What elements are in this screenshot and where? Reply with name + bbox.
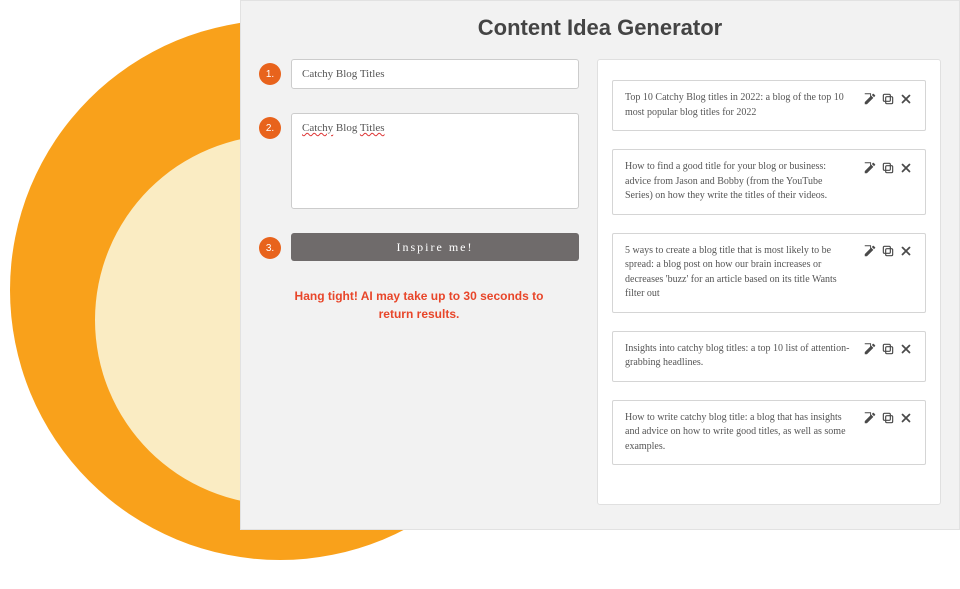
result-text: Insights into catchy blog titles: a top … <box>625 342 854 371</box>
edit-icon[interactable] <box>862 244 877 259</box>
result-card: How to find a good title for your blog o… <box>612 149 926 215</box>
input-column: 1. 2. Catchy Blog Titles 3. Inspire me! … <box>259 59 579 505</box>
title-input[interactable] <box>291 59 579 89</box>
desc-word-2: Blog <box>336 122 357 134</box>
result-actions <box>862 411 913 455</box>
desc-word-3: Titles <box>360 122 385 134</box>
page-title: Content Idea Generator <box>259 15 941 41</box>
result-text: Top 10 Catchy Blog titles in 2022: a blo… <box>625 91 854 120</box>
result-card: Top 10 Catchy Blog titles in 2022: a blo… <box>612 80 926 131</box>
result-card: How to write catchy blog title: a blog t… <box>612 400 926 466</box>
result-text: 5 ways to create a blog title that is mo… <box>625 244 854 302</box>
result-actions <box>862 244 913 302</box>
result-card: 5 ways to create a blog title that is mo… <box>612 233 926 313</box>
inspire-button[interactable]: Inspire me! <box>291 233 579 261</box>
result-text: How to write catchy blog title: a blog t… <box>625 411 854 455</box>
close-icon[interactable] <box>898 91 913 106</box>
close-icon[interactable] <box>898 342 913 357</box>
row-title: 1. <box>259 59 579 89</box>
description-textarea[interactable]: Catchy Blog Titles <box>291 113 579 209</box>
copy-icon[interactable] <box>880 91 895 106</box>
result-actions <box>862 342 913 371</box>
close-icon[interactable] <box>898 411 913 426</box>
edit-icon[interactable] <box>862 91 877 106</box>
results-column: Top 10 Catchy Blog titles in 2022: a blo… <box>597 59 941 505</box>
copy-icon[interactable] <box>880 244 895 259</box>
desc-word-1: Catchy <box>302 122 333 134</box>
result-actions <box>862 91 913 120</box>
copy-icon[interactable] <box>880 160 895 175</box>
result-card: Insights into catchy blog titles: a top … <box>612 331 926 382</box>
edit-icon[interactable] <box>862 160 877 175</box>
row-submit: 3. Inspire me! <box>259 233 579 261</box>
row-description: 2. Catchy Blog Titles <box>259 113 579 209</box>
edit-icon[interactable] <box>862 342 877 357</box>
result-text: How to find a good title for your blog o… <box>625 160 854 204</box>
app-card: Content Idea Generator 1. 2. Catchy Blog… <box>240 0 960 530</box>
copy-icon[interactable] <box>880 342 895 357</box>
step-badge-2: 2. <box>259 117 281 139</box>
result-actions <box>862 160 913 204</box>
close-icon[interactable] <box>898 160 913 175</box>
step-badge-3: 3. <box>259 237 281 259</box>
loading-message: Hang tight! AI may take up to 30 seconds… <box>259 287 579 323</box>
copy-icon[interactable] <box>880 411 895 426</box>
edit-icon[interactable] <box>862 411 877 426</box>
step-badge-1: 1. <box>259 63 281 85</box>
close-icon[interactable] <box>898 244 913 259</box>
columns: 1. 2. Catchy Blog Titles 3. Inspire me! … <box>259 59 941 505</box>
